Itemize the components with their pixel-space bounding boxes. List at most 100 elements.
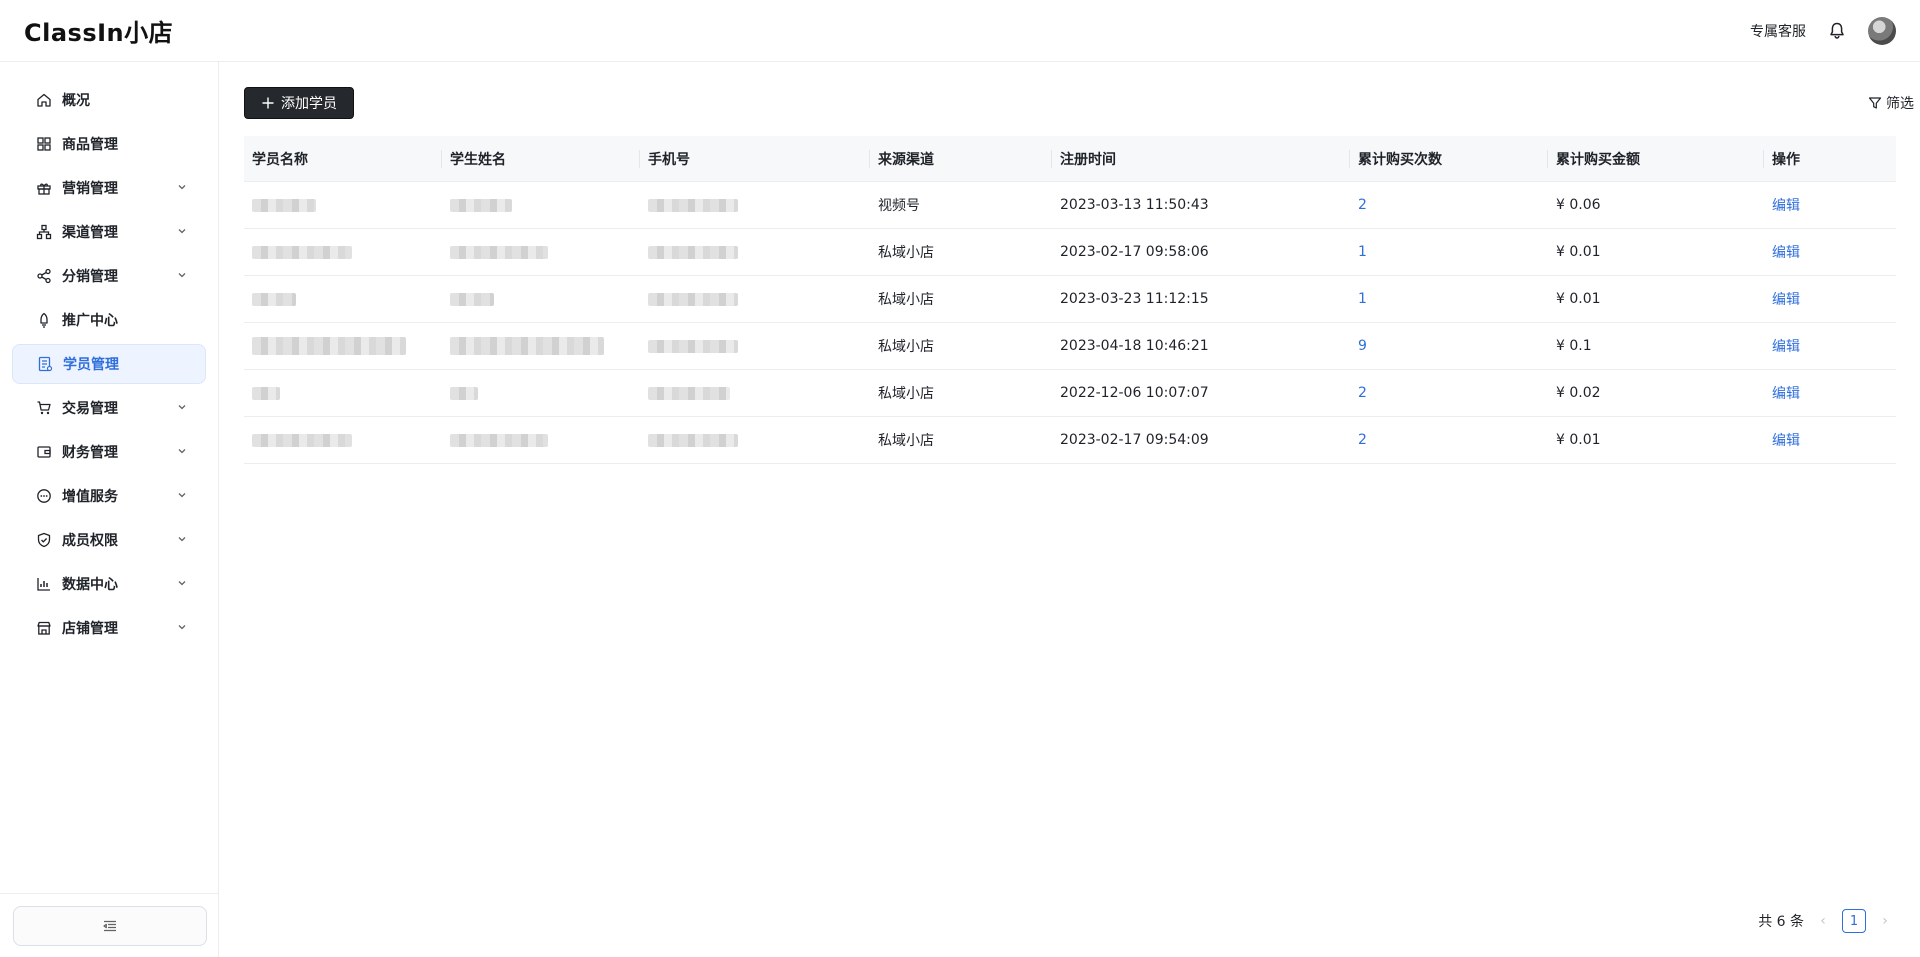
chevron-down-icon [178,625,186,630]
register-time: 2023-02-17 09:54:09 [1060,432,1209,448]
sidebar-item-overview[interactable]: 概况 [12,80,206,120]
sidebar-item-finance[interactable]: 财务管理 [12,432,206,472]
students-table: 学员名称 学生姓名 手机号 来源渠道 注册时间 累计购买次数 累计购买金额 操作… [244,136,1896,464]
sidebar-item-students[interactable]: 学员管理 [12,344,206,384]
bell-icon[interactable] [1826,20,1848,42]
sidebar-item-label: 交易管理 [62,401,118,417]
table-row: 私域小店 2023-03-23 11:12:15 1 ¥ 0.01 编辑 [244,276,1896,323]
register-time: 2022-12-06 10:07:07 [1060,385,1209,401]
sidebar-item-label: 商品管理 [62,137,118,153]
rocket-icon [36,312,52,328]
sidebar-footer [0,893,219,957]
sidebar-item-label: 推广中心 [62,313,118,329]
chevron-down-icon [178,493,186,498]
collapse-sidebar-button[interactable] [12,905,207,946]
purchase-amount: ¥ 0.01 [1556,432,1601,448]
purchase-count-link[interactable]: 9 [1358,338,1367,354]
redacted-student-name [252,337,406,355]
sidebar-item-label: 分销管理 [62,269,118,285]
edit-link[interactable]: 编辑 [1772,383,1800,403]
table-row: 私域小店 2022-12-06 10:07:07 2 ¥ 0.02 编辑 [244,370,1896,417]
sidebar-item-label: 财务管理 [62,445,118,461]
add-student-button[interactable]: 添加学员 [244,87,354,119]
sidebar-item-products[interactable]: 商品管理 [12,124,206,164]
table-header: 学员名称 学生姓名 手机号 来源渠道 注册时间 累计购买次数 累计购买金额 操作 [244,136,1896,182]
top-header: ClassIn小店 专属客服 [0,0,1920,62]
chat-icon [36,488,52,504]
redacted-student-name [252,292,296,306]
purchase-count-link[interactable]: 1 [1358,244,1367,260]
purchase-count-link[interactable]: 2 [1358,432,1367,448]
prev-page-icon[interactable]: ‹ [1816,913,1830,929]
redacted-phone [648,339,738,353]
column-header: 来源渠道 [870,136,1052,181]
edit-link[interactable]: 编辑 [1772,289,1800,309]
register-time: 2023-03-23 11:12:15 [1060,291,1209,307]
redacted-student-name [252,433,352,447]
chevron-down-icon [178,449,186,454]
store-icon [36,620,52,636]
purchase-count-link[interactable]: 2 [1358,197,1367,213]
sidebar-item-permissions[interactable]: 成员权限 [12,520,206,560]
purchase-amount: ¥ 0.1 [1556,338,1592,354]
sidebar-item-channels[interactable]: 渠道管理 [12,212,206,252]
filter-button[interactable]: 筛选 [1868,93,1914,113]
column-header: 学员名称 [244,136,442,181]
sidebar-item-distribution[interactable]: 分销管理 [12,256,206,296]
share-icon [36,268,52,284]
sidebar-item-store[interactable]: 店铺管理 [12,608,206,648]
edit-link[interactable]: 编辑 [1772,195,1800,215]
filter-label: 筛选 [1886,96,1914,112]
chevron-down-icon [178,273,186,278]
chevron-down-icon [178,405,186,410]
column-header: 手机号 [640,136,870,181]
table-row: 私域小店 2023-02-17 09:54:09 2 ¥ 0.01 编辑 [244,417,1896,464]
redacted-real-name [450,433,548,447]
purchase-amount: ¥ 0.01 [1556,291,1601,307]
gift-icon [36,180,52,196]
column-header: 累计购买金额 [1548,136,1764,181]
redacted-phone [648,386,730,400]
user-avatar[interactable] [1868,16,1896,45]
source-channel: 视频号 [878,198,920,214]
page-number[interactable]: 1 [1842,909,1866,933]
column-header: 累计购买次数 [1350,136,1548,181]
main-content: 添加学员 筛选 学员名称 学生姓名 手机号 来源渠道 注册时间 累计购买次数 累… [220,62,1920,957]
header-actions: 专属客服 [1750,16,1896,45]
sidebar-item-label: 营销管理 [62,181,118,197]
sidebar-item-label: 学员管理 [63,357,119,373]
customer-service-link[interactable]: 专属客服 [1750,21,1806,41]
sidebar-item-promotion[interactable]: 推广中心 [12,300,206,340]
edit-link[interactable]: 编辑 [1772,336,1800,356]
redacted-phone [648,292,738,306]
edit-link[interactable]: 编辑 [1772,242,1800,262]
add-student-label: 添加学员 [281,96,337,112]
sidebar: 概况 商品管理 营销管理 渠道管理 分销管理 推广中心 学员管理 交易管理 财务… [0,62,219,957]
next-page-icon[interactable]: › [1878,913,1892,929]
edit-link[interactable]: 编辑 [1772,430,1800,450]
purchase-amount: ¥ 0.06 [1556,197,1601,213]
register-time: 2023-04-18 10:46:21 [1060,338,1209,354]
redacted-student-name [252,386,280,400]
sidebar-menu: 概况 商品管理 营销管理 渠道管理 分销管理 推广中心 学员管理 交易管理 财务… [0,62,218,648]
sidebar-item-label: 店铺管理 [62,621,118,637]
sidebar-item-marketing[interactable]: 营销管理 [12,168,206,208]
table-row: 私域小店 2023-04-18 10:46:21 9 ¥ 0.1 编辑 [244,323,1896,370]
source-channel: 私域小店 [878,292,934,308]
toolbar: 添加学员 筛选 [244,87,1916,119]
chevron-down-icon [178,581,186,586]
pagination: 共 6 条 ‹ 1 › [1758,909,1892,933]
app-logo[interactable]: ClassIn小店 [24,13,173,48]
sidebar-item-value-added[interactable]: 增值服务 [12,476,206,516]
chevron-down-icon [178,185,186,190]
table-row: 私域小店 2023-02-17 09:58:06 1 ¥ 0.01 编辑 [244,229,1896,276]
student-icon [37,356,53,372]
menu-fold-icon [102,920,116,931]
sidebar-item-transactions[interactable]: 交易管理 [12,388,206,428]
sidebar-item-label: 增值服务 [62,489,118,505]
purchase-count-link[interactable]: 1 [1358,291,1367,307]
home-icon [36,92,52,108]
sidebar-item-data-center[interactable]: 数据中心 [12,564,206,604]
chevron-down-icon [178,537,186,542]
purchase-count-link[interactable]: 2 [1358,385,1367,401]
